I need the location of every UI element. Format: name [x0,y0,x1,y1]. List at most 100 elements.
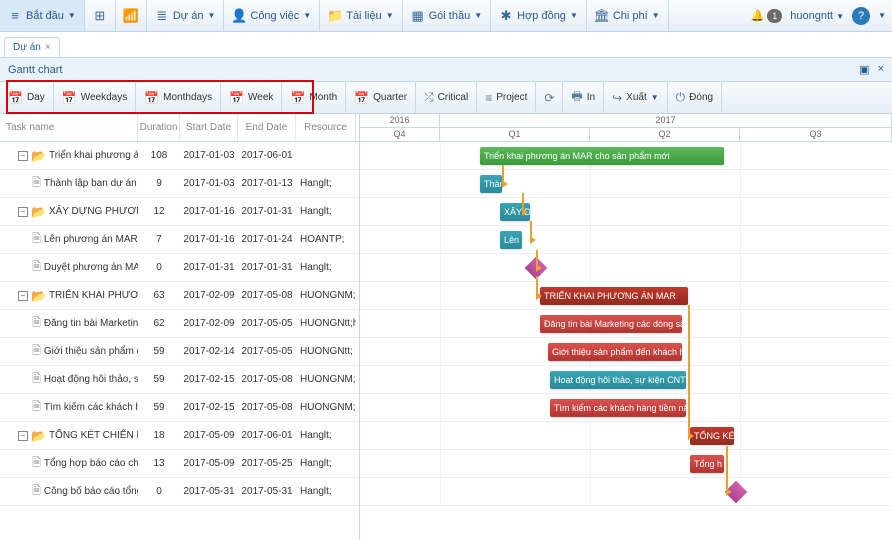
doc-icon: 🗎 [32,398,41,417]
caret-down-icon: ▼ [68,11,76,20]
toolbar-critical[interactable]: ⤮Critical [416,82,477,113]
gantt-chart[interactable]: 20162017 Q4Q1Q2Q3 Triển khai phương án M… [360,114,892,540]
nav-item[interactable]: 📶 [116,0,147,31]
gantt-bar[interactable]: Hoạt động hôi thảo, sự kiện CNTT [550,371,686,389]
quarter-header: Q3 [740,128,892,141]
folder-icon: 📂 [31,205,46,219]
gantt-bar[interactable]: Thành [480,175,502,193]
gantt-row [360,478,892,506]
nav-item[interactable]: ≣Dự án▼ [147,0,225,31]
table-row[interactable]: 🗎Hoạt động hôi thảo, sự kiện CNTT592017-… [0,366,359,394]
gantt-row: Hoạt động hôi thảo, sự kiện CNTT [360,366,892,394]
gantt-bar[interactable]: Triển khai phương án MAR cho sản phẩm mớ… [480,147,724,165]
toolbar-xuất[interactable]: ↪Xuất ▼ [604,82,668,113]
caret-down-icon: ▼ [878,11,886,20]
toolbar-in[interactable]: 🖶In [563,82,604,113]
nav-item[interactable]: 📁Tài liệu▼ [320,0,402,31]
doc-icon: 🗎 [32,454,41,473]
doc-icon: 🗎 [32,370,41,389]
nav-icon: ≣ [155,9,169,23]
task-grid: Task name Duration Start Date End Date R… [0,114,360,540]
collapse-icon[interactable]: − [18,431,28,441]
nav-icon: 📶 [124,9,138,23]
toolbar-icon: 📅 [62,91,77,105]
collapse-icon[interactable]: − [18,151,28,161]
nav-item[interactable]: ⊞ [85,0,116,31]
nav-icon: 📁 [328,9,342,23]
gantt-row: Tổng h [360,450,892,478]
col-startdate: Start Date [180,114,238,141]
notification-bell[interactable]: 🔔1 [751,9,783,23]
table-row[interactable]: 🗎Giới thiệu sản phẩm đến khách hàng59201… [0,338,359,366]
table-row[interactable]: 🗎Tìm kiếm các khách hàng tiềm năng592017… [0,394,359,422]
table-row[interactable]: 🗎Thành lập ban dự án92017-01-032017-01-1… [0,170,359,198]
table-row[interactable]: 🗎Đăng tin bài Marketing các dòng sản phẩ… [0,310,359,338]
close-icon[interactable]: × [45,42,51,53]
doc-icon: 🗎 [32,174,41,193]
gantt-bar[interactable]: Tổng h [690,455,724,473]
quarter-header: Q1 [440,128,590,141]
toolbar-project[interactable]: ≡Project [477,82,536,113]
table-row[interactable]: 🗎Tổng hợp báo cáo chiến dịch132017-05-09… [0,450,359,478]
toolbar-icon: 📅 [290,91,305,105]
gantt-row: TỔNG KÉ [360,422,892,450]
table-row[interactable]: −📂TRIỂN KHAI PHƯƠNG ÁN632017-02-092017-0… [0,282,359,310]
toolbar-icon: ⟳ [544,91,554,105]
help-button[interactable]: ? [852,7,870,25]
doc-icon: 🗎 [32,258,41,277]
table-row[interactable]: 🗎Duyệt phương án MAR02017-01-312017-01-3… [0,254,359,282]
collapse-icon[interactable]: − [18,291,28,301]
top-navbar: ≡Bắt đầu▼ ⊞ 📶 ≣Dự án▼👤Công việc▼📁Tài liệu▼… [0,0,892,32]
toolbar-icon: ⤮ [424,90,434,105]
col-enddate: End Date [238,114,296,141]
table-row[interactable]: −📂XÂY DỰNG PHƯƠNG ÁN122017-01-162017-01-… [0,198,359,226]
year-header: 2017 [440,114,892,127]
gantt-bar[interactable]: TỔNG KÉ [690,427,734,445]
gantt-row: Thành [360,170,892,198]
gantt-bar[interactable]: Giới thiệu sản phẩm đến khách hà [548,343,682,361]
gantt-bar[interactable]: Đăng tin bài Marketing các dòng sản [540,315,682,333]
table-row[interactable]: 🗎Công bố báo cáo tổng kết02017-05-312017… [0,478,359,506]
quarter-header: Q2 [590,128,740,141]
start-menu[interactable]: ≡Bắt đầu▼ [0,0,85,31]
gantt-bar[interactable]: TRIỂN KHAI PHƯƠNG ÁN MAR [540,287,688,305]
nav-icon: ⊞ [93,9,107,23]
gantt-row: Tìm kiếm các khách hàng tiềm năn [360,394,892,422]
col-taskname: Task name [0,114,138,141]
toolbar-btn8[interactable]: ⟳ [536,82,563,113]
toolbar-đóng[interactable]: ⏻Đóng [668,82,722,113]
col-duration: Duration [138,114,180,141]
doc-icon: 🗎 [32,314,41,333]
nav-item[interactable]: 🏛Chi phí▼ [587,0,669,31]
toolbar-month[interactable]: 📅Month [282,82,346,113]
table-row[interactable]: −📂Triển khai phương án MAR cho sản phẩm … [0,142,359,170]
nav-item[interactable]: ✱Hợp đồng▼ [491,0,587,31]
notif-badge: 1 [767,9,782,23]
collapse-icon[interactable]: ▣ [859,63,869,76]
toolbar-icon: ≡ [485,91,492,105]
nav-item[interactable]: ▦Gói thầu▼ [403,0,492,31]
toolbar-weekdays[interactable]: 📅Weekdays [54,82,136,113]
doc-icon: 🗎 [32,230,41,249]
table-row[interactable]: −📂TỔNG KÉT CHIẾN DỊCH182017-05-092017-06… [0,422,359,450]
gantt-row [360,254,892,282]
panel-header: Gantt chart ▣ × [0,58,892,82]
gantt-bar[interactable]: Tìm kiếm các khách hàng tiềm năn [550,399,686,417]
toolbar-quarter[interactable]: 📅Quarter [346,82,416,113]
gantt-row: Triển khai phương án MAR cho sản phẩm mớ… [360,142,892,170]
toolbar-icon: 📅 [8,91,23,105]
toolbar-icon: 🖶 [571,87,582,108]
close-icon[interactable]: × [878,63,884,76]
tab-duan[interactable]: Dự án× [4,37,60,57]
table-row[interactable]: 🗎Lên phương án MAR72017-01-162017-01-24H… [0,226,359,254]
collapse-icon[interactable]: − [18,207,28,217]
user-menu[interactable]: huongntt ▼ [790,10,844,22]
toolbar-day[interactable]: 📅Day [0,82,54,113]
toolbar-monthdays[interactable]: 📅Monthdays [136,82,221,113]
toolbar-week[interactable]: 📅Week [221,82,282,113]
nav-item[interactable]: 👤Công việc▼ [224,0,320,31]
gantt-bar[interactable]: Lên [500,231,522,249]
folder-icon: 📂 [31,429,46,443]
gantt-row: Giới thiệu sản phẩm đến khách hà [360,338,892,366]
gantt-row: Lên [360,226,892,254]
